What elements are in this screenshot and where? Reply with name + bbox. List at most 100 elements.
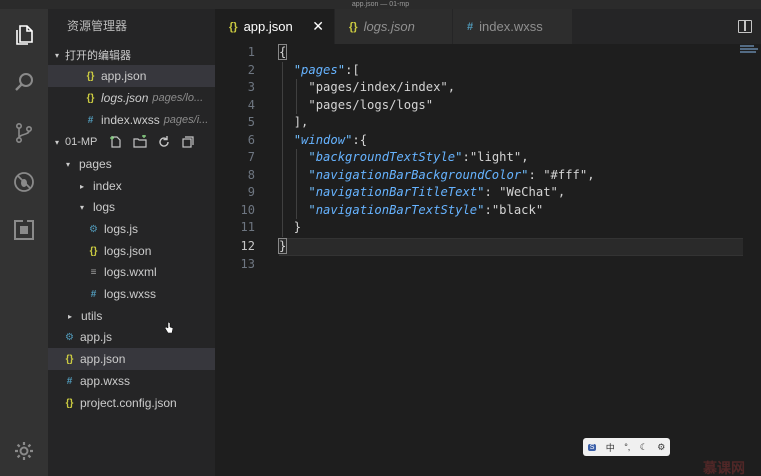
chevron-down-icon: ▾ [79, 202, 84, 212]
line-number: 4 [247, 97, 255, 112]
code-line: "window":{ [293, 132, 368, 147]
line-number: 5 [247, 115, 255, 129]
tree-item-label: utils [81, 309, 103, 323]
search-icon[interactable] [10, 68, 38, 96]
line-number: 3 [247, 80, 255, 94]
code-line: "navigationBarTitleText": "WeChat", [308, 185, 566, 199]
debug-icon[interactable] [10, 168, 38, 196]
open-editor-app-json[interactable]: {} app.json [48, 65, 215, 87]
code-line: "navigationBarTextStyle":"black" [308, 202, 544, 217]
watermark-logo: 慕课网 [703, 460, 745, 476]
source-control-icon[interactable] [10, 119, 38, 147]
explorer-sidebar: 资源管理器 ▾ 打开的编辑器 {} app.json {} logs.json … [48, 9, 215, 476]
json-file-icon: {} [65, 397, 74, 409]
line-number: 11 [240, 220, 255, 234]
tree-item-label: pages [79, 157, 112, 171]
code-line: "pages/logs/logs" [308, 97, 434, 112]
code-line: { [277, 44, 288, 60]
line-number: 7 [247, 150, 255, 164]
tree-item-label: app.json [80, 352, 126, 366]
minimap[interactable] [740, 44, 761, 58]
tree-file-app-js[interactable]: ⚙ app.js [48, 326, 215, 348]
tab-index-wxss[interactable]: # index.wxss [453, 9, 572, 44]
tree-file-logs-json[interactable]: {} logs.json [48, 240, 215, 262]
ime-logo-icon[interactable]: S [587, 443, 597, 451]
json-file-icon: {} [86, 92, 95, 104]
chevron-down-icon: ▾ [55, 137, 60, 147]
tree-file-logs-wxml[interactable]: ≡ logs.wxml [48, 261, 215, 283]
code-editor[interactable]: 1 2 3 4 5 6 7 8 9 10 11 12 13 { "pages":[ "pages/ind… [215, 44, 761, 476]
tree-file-project-config-json[interactable]: {} project.config.json [48, 392, 215, 414]
mouse-cursor-icon [165, 322, 173, 333]
open-editor-index-wxss[interactable]: # index.wxss pages/i... [48, 109, 215, 131]
ime-punctuation[interactable]: °, [624, 442, 630, 452]
tree-file-app-json[interactable]: {} app.json [48, 348, 215, 370]
tree-item-label: index [93, 179, 122, 193]
tree-item-label: app.wxss [80, 374, 131, 388]
chevron-down-icon: ▾ [65, 159, 70, 169]
new-folder-icon[interactable] [133, 135, 148, 149]
line-number: 2 [247, 62, 255, 77]
editor-tab-bar: {} app.json ✕ {} logs.json # index.wxss [215, 9, 761, 44]
wxss-file-icon: # [467, 20, 474, 33]
tree-item-label: project.config.json [80, 396, 177, 410]
json-file-icon: {} [229, 20, 238, 33]
tab-label: index.wxss [479, 19, 543, 34]
line-number: 10 [240, 202, 255, 217]
line-number: 13 [240, 256, 255, 271]
json-file-icon: {} [89, 245, 98, 257]
code-line: } [277, 238, 288, 254]
line-number: 6 [247, 132, 255, 147]
json-file-icon: {} [349, 20, 358, 33]
open-editors-header[interactable]: ▾ 打开的编辑器 [48, 44, 215, 66]
explorer-title: 资源管理器 [67, 19, 128, 33]
wxss-file-icon: # [90, 288, 97, 300]
ime-chinese-mode[interactable]: 中 [606, 441, 615, 454]
tree-folder-logs[interactable]: ▾ logs [48, 196, 215, 218]
tree-file-app-wxss[interactable]: # app.wxss [48, 370, 215, 392]
close-icon[interactable]: ✕ [312, 18, 324, 35]
open-editors-label: 打开的编辑器 [65, 50, 131, 62]
code-line: "backgroundTextStyle":"light", [308, 150, 529, 164]
js-file-icon: ⚙ [65, 331, 74, 343]
moon-icon[interactable]: ☾ [640, 442, 648, 453]
wxml-file-icon: ≡ [90, 266, 97, 278]
tab-app-json[interactable]: {} app.json ✕ [215, 9, 334, 44]
gear-icon[interactable]: ⚙ [657, 442, 665, 453]
window-title: app.json — 01-mp [351, 1, 410, 8]
wxss-file-icon: # [66, 375, 73, 387]
open-editor-name: logs.json [101, 91, 149, 105]
code-line: } [293, 220, 302, 234]
line-number: 8 [247, 167, 255, 182]
project-label: 01-MP [65, 136, 98, 148]
code-line: ], [293, 115, 309, 129]
tab-logs-json[interactable]: {} logs.json [335, 9, 452, 44]
tree-folder-pages[interactable]: ▾ pages [48, 153, 215, 175]
input-method-toolbar[interactable]: S 中 °, ☾ ⚙ [583, 438, 670, 456]
tree-file-logs-js[interactable]: ⚙ logs.js [48, 218, 215, 240]
files-icon[interactable] [10, 21, 38, 49]
settings-gear-icon[interactable] [10, 437, 38, 465]
project-header[interactable]: ▾ 01-MP [48, 131, 215, 153]
new-file-icon[interactable] [109, 135, 123, 149]
tree-file-logs-wxss[interactable]: # logs.wxss [48, 283, 215, 305]
chevron-right-icon: ▸ [67, 311, 72, 321]
tab-label: app.json [243, 19, 293, 34]
split-editor-icon[interactable] [738, 20, 752, 33]
line-number: 12 [240, 239, 255, 253]
tree-folder-utils[interactable]: ▸ utils [48, 305, 215, 327]
tree-item-label: logs [93, 200, 116, 214]
tree-item-label: logs.wxml [104, 265, 157, 279]
json-file-icon: {} [65, 353, 74, 365]
code-line: "pages/index/index", [308, 80, 456, 94]
extensions-icon[interactable] [10, 216, 38, 244]
tree-folder-index[interactable]: ▸ index [48, 175, 215, 197]
collapse-all-icon[interactable] [181, 135, 195, 149]
open-editor-logs-json[interactable]: {} logs.json pages/lo... [48, 87, 215, 109]
open-editor-path: pages/lo... [152, 92, 204, 104]
chevron-down-icon: ▾ [55, 50, 60, 60]
chevron-right-icon: ▸ [79, 181, 84, 191]
tree-item-label: logs.js [104, 222, 139, 236]
line-number: 9 [247, 185, 255, 199]
refresh-icon[interactable] [157, 135, 171, 149]
